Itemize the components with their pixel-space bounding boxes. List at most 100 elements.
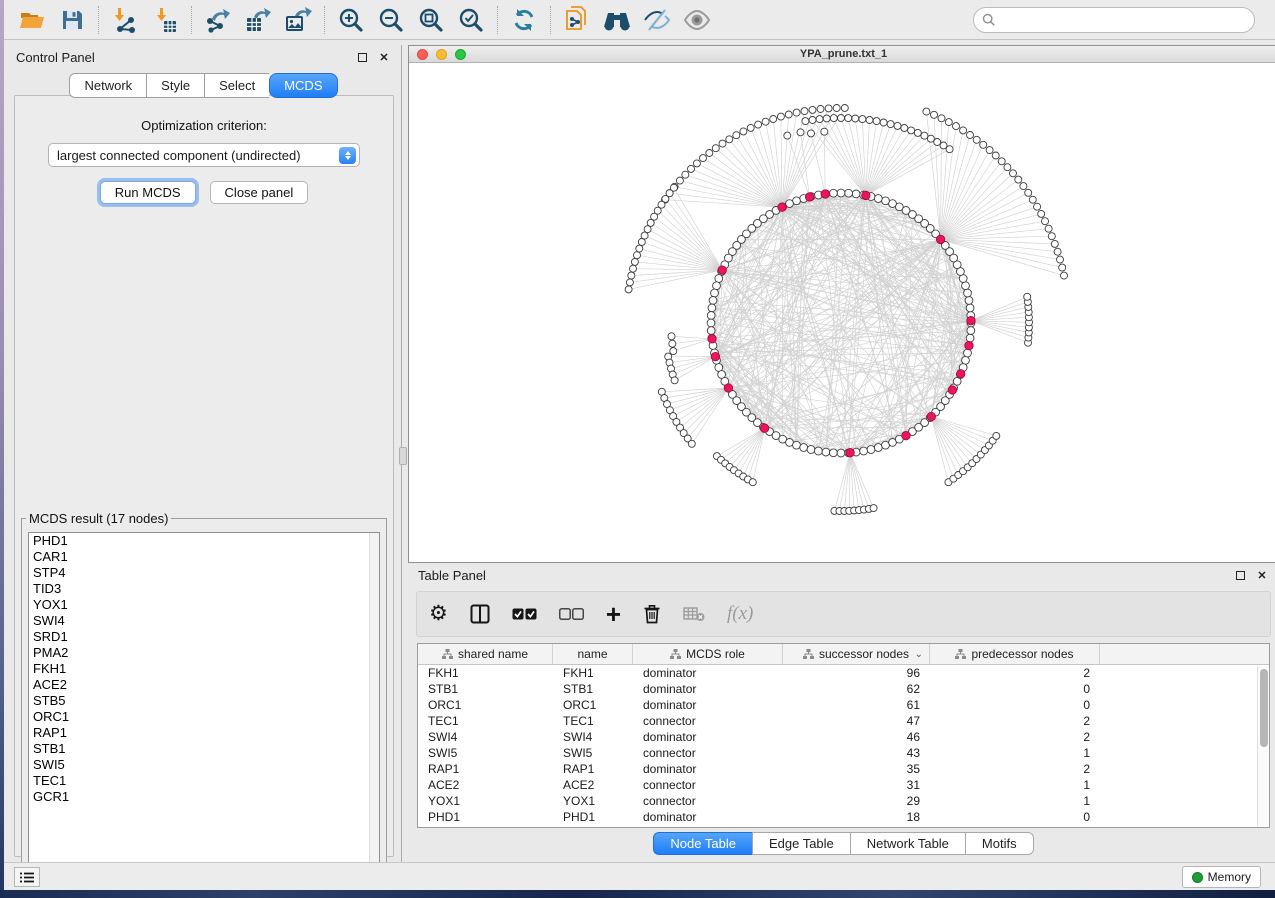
table-cell[interactable]: 47: [783, 713, 930, 729]
network-leaf-node[interactable]: [1025, 189, 1032, 196]
network-ring-node[interactable]: [867, 446, 875, 454]
network-leaf-node[interactable]: [1057, 256, 1064, 263]
network-leaf-node[interactable]: [634, 252, 641, 259]
table-cell[interactable]: dominator: [633, 809, 783, 825]
search-box[interactable]: [973, 7, 1255, 33]
result-node-item[interactable]: PMA2: [29, 645, 379, 661]
network-leaf-node[interactable]: [785, 111, 792, 118]
network-leaf-node[interactable]: [1045, 225, 1052, 232]
network-leaf-node[interactable]: [841, 105, 848, 112]
network-hub-node[interactable]: [965, 341, 973, 349]
network-ring-node[interactable]: [711, 289, 719, 297]
column-header-shared-name[interactable]: shared name: [418, 644, 553, 664]
network-ring-node[interactable]: [830, 449, 838, 457]
table-cell[interactable]: ACE2: [418, 777, 553, 793]
network-leaf-node[interactable]: [980, 141, 987, 148]
network-leaf-node[interactable]: [638, 239, 645, 246]
network-ring-node[interactable]: [962, 282, 970, 290]
table-cell[interactable]: 1: [930, 777, 1100, 793]
network-hub-node[interactable]: [778, 203, 786, 211]
column-header-name[interactable]: name: [553, 644, 633, 664]
table-cell[interactable]: TEC1: [553, 713, 633, 729]
network-leaf-node[interactable]: [669, 340, 676, 347]
result-node-item[interactable]: SWI4: [29, 613, 379, 629]
table-cell[interactable]: RAP1: [553, 761, 633, 777]
network-leaf-node[interactable]: [676, 177, 683, 184]
task-history-button[interactable]: [14, 867, 40, 887]
network-leaf-node[interactable]: [1020, 183, 1027, 190]
tab-mcds[interactable]: MCDS: [269, 73, 337, 98]
table-cell[interactable]: SWI4: [553, 729, 633, 745]
network-leaf-node[interactable]: [967, 132, 974, 139]
table-cell[interactable]: 62: [783, 681, 930, 697]
table-cell[interactable]: 1: [930, 745, 1100, 761]
network-ring-node[interactable]: [708, 304, 716, 312]
network-leaf-node[interactable]: [1051, 240, 1058, 247]
table-row[interactable]: FKH1FKH1dominator962: [418, 665, 1269, 681]
network-hub-node[interactable]: [708, 335, 716, 343]
network-hub-node[interactable]: [967, 317, 975, 325]
table-cell[interactable]: 0: [930, 809, 1100, 825]
tab-style[interactable]: Style: [146, 73, 204, 98]
result-node-item[interactable]: FKH1: [29, 661, 379, 677]
network-leaf-node[interactable]: [688, 440, 695, 447]
tab-network[interactable]: Network: [69, 73, 146, 98]
network-leaf-node[interactable]: [1034, 203, 1041, 210]
tab-motifs[interactable]: Motifs: [965, 832, 1034, 855]
network-ring-node[interactable]: [793, 441, 801, 449]
float-panel-button[interactable]: [355, 50, 369, 64]
delete-column-button[interactable]: [643, 599, 661, 629]
network-leaf-node[interactable]: [626, 279, 633, 286]
network-leaf-node[interactable]: [873, 118, 880, 125]
refresh-layout-button[interactable]: [504, 3, 544, 37]
network-leaf-node[interactable]: [671, 377, 678, 384]
network-leaf-node[interactable]: [630, 265, 637, 272]
table-cell[interactable]: 43: [783, 745, 930, 761]
network-ring-node[interactable]: [965, 297, 973, 305]
network-leaf-node[interactable]: [992, 152, 999, 159]
network-leaf-node[interactable]: [625, 286, 632, 293]
network-leaf-node[interactable]: [740, 128, 747, 135]
result-node-item[interactable]: CAR1: [29, 549, 379, 565]
function-builder-button[interactable]: f(x): [727, 599, 753, 629]
network-leaf-node[interactable]: [706, 150, 713, 157]
result-node-item[interactable]: TID3: [29, 581, 379, 597]
network-ring-node[interactable]: [882, 197, 890, 205]
network-ring-node[interactable]: [713, 282, 721, 290]
network-leaf-node[interactable]: [747, 124, 754, 131]
deselect-all-button[interactable]: [559, 599, 584, 629]
result-node-item[interactable]: RAP1: [29, 725, 379, 741]
network-hub-node[interactable]: [948, 386, 956, 394]
network-leaf-node[interactable]: [793, 109, 800, 116]
network-leaf-node[interactable]: [641, 232, 648, 239]
close-panel-button[interactable]: ✕: [377, 50, 391, 64]
run-mcds-button[interactable]: Run MCDS: [100, 181, 196, 204]
network-leaf-node[interactable]: [755, 121, 762, 128]
network-leaf-node[interactable]: [866, 117, 873, 124]
network-leaf-node[interactable]: [986, 147, 993, 154]
network-leaf-node[interactable]: [801, 108, 808, 115]
table-cell[interactable]: dominator: [633, 761, 783, 777]
table-scrollbar-thumb[interactable]: [1260, 669, 1268, 747]
network-leaf-node[interactable]: [668, 333, 675, 340]
network-leaf-node[interactable]: [762, 118, 769, 125]
network-ring-node[interactable]: [874, 195, 882, 203]
network-ring-node[interactable]: [822, 448, 830, 456]
table-cell[interactable]: ACE2: [553, 777, 633, 793]
network-hub-node[interactable]: [718, 266, 726, 274]
table-cell[interactable]: dominator: [633, 665, 783, 681]
network-leaf-node[interactable]: [1042, 218, 1049, 225]
network-ring-node[interactable]: [874, 444, 882, 452]
table-cell[interactable]: dominator: [633, 681, 783, 697]
network-leaf-node[interactable]: [852, 115, 859, 122]
network-ring-node[interactable]: [830, 189, 838, 197]
table-cell[interactable]: 0: [930, 681, 1100, 697]
network-leaf-node[interactable]: [940, 142, 947, 149]
network-hub-node[interactable]: [902, 431, 910, 439]
table-cell[interactable]: 2: [930, 761, 1100, 777]
network-leaf-node[interactable]: [719, 140, 726, 147]
table-row[interactable]: TEC1TEC1connector472: [418, 713, 1269, 729]
network-leaf-node[interactable]: [1059, 264, 1066, 271]
network-leaf-node[interactable]: [838, 115, 845, 122]
table-cell[interactable]: FKH1: [418, 665, 553, 681]
